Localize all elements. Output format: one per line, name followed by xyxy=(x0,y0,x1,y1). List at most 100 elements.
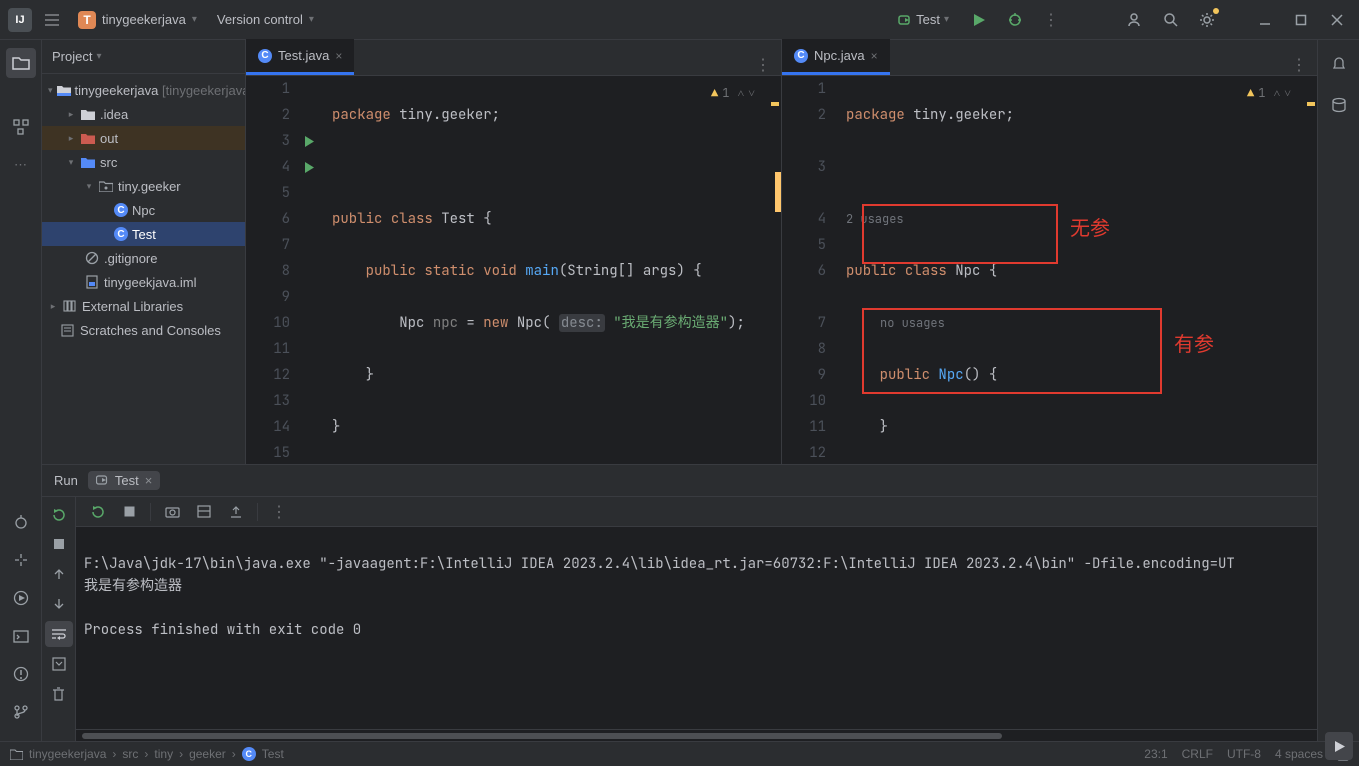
version-control-dropdown[interactable]: Version control ▾ xyxy=(211,10,320,29)
debug-button[interactable] xyxy=(1001,6,1029,34)
export-button[interactable] xyxy=(223,499,249,525)
tab-label: Test.java xyxy=(278,48,329,63)
play-icon xyxy=(304,136,315,147)
notifications-button[interactable] xyxy=(1324,48,1354,78)
project-panel-header[interactable]: Project ▾ xyxy=(42,40,245,74)
chevron-down-icon[interactable]: ˅ xyxy=(1284,80,1291,106)
tree-item-out[interactable]: ▸ out xyxy=(42,126,245,150)
clear-all-button[interactable] xyxy=(45,681,73,707)
project-selector[interactable]: T tinygeekerjava ▾ xyxy=(72,9,203,31)
tab-test-java[interactable]: C Test.java × xyxy=(246,39,354,75)
console-output[interactable]: F:\Java\jdk-17\bin\java.exe "-javaagent:… xyxy=(76,527,1317,729)
stop-button[interactable] xyxy=(45,531,73,557)
tree-item-iml[interactable]: tinygeekjava.iml xyxy=(42,270,245,294)
screenshot-button[interactable] xyxy=(159,499,185,525)
editor-inspection-widget[interactable]: ▲ 1 ˄ ˅ xyxy=(1247,80,1291,106)
down-stack-button[interactable] xyxy=(45,591,73,617)
tree-item-idea[interactable]: ▸ .idea xyxy=(42,102,245,126)
run-tool-button[interactable] xyxy=(6,583,36,613)
code-area[interactable]: package tiny.geeker; public class Test {… xyxy=(320,76,781,464)
breadcrumb-root[interactable]: tinygeekerjava xyxy=(29,747,106,761)
run-config-selector[interactable]: Test ▾ xyxy=(890,9,957,30)
scrollbar-thumb[interactable] xyxy=(82,733,1002,739)
line-separator[interactable]: CRLF xyxy=(1182,747,1213,761)
tree-item-npc[interactable]: C Npc xyxy=(42,198,245,222)
editor-body-right[interactable]: 123456789101112 package tiny.geeker; 2 u… xyxy=(782,76,1317,464)
bug-tool-button[interactable] xyxy=(6,507,36,537)
soft-wrap-button[interactable] xyxy=(45,621,73,647)
search-button[interactable] xyxy=(1157,6,1185,34)
scroll-to-end-button[interactable] xyxy=(45,651,73,677)
settings-notification-dot xyxy=(1213,8,1219,14)
layout-button[interactable] xyxy=(191,499,217,525)
chevron-up-icon[interactable]: ˄ xyxy=(737,80,744,106)
code-area[interactable]: package tiny.geeker; 2 usages public cla… xyxy=(834,76,1317,464)
run-line-marker[interactable] xyxy=(298,128,320,154)
right-tool-rail xyxy=(1317,40,1359,741)
editor-scrollbar[interactable] xyxy=(769,76,781,464)
editor-inspection-widget[interactable]: ▲ 1 ˄ ˅ xyxy=(711,80,755,106)
more-actions-button[interactable] xyxy=(1037,6,1065,34)
problems-tool-button[interactable] xyxy=(6,659,36,689)
camera-icon xyxy=(165,505,180,518)
usages-hint[interactable]: 2 usages xyxy=(846,206,1317,232)
close-tab-icon[interactable]: × xyxy=(145,473,153,488)
caret-position[interactable]: 23:1 xyxy=(1144,747,1167,761)
close-tab-icon[interactable]: × xyxy=(871,49,878,63)
database-button[interactable] xyxy=(1324,90,1354,120)
tree-item-test[interactable]: C Test xyxy=(42,222,245,246)
editor-scrollbar[interactable] xyxy=(1305,76,1317,464)
tab-bar-more-button[interactable] xyxy=(745,55,781,75)
tree-root[interactable]: ▾ tinygeekerjava [tinygeekerjava] xyxy=(42,78,245,102)
run-more-actions[interactable] xyxy=(266,499,292,525)
structure-tool-button[interactable] xyxy=(6,112,36,142)
run-button[interactable] xyxy=(965,6,993,34)
hierarchy-tool-button[interactable] xyxy=(6,545,36,575)
tree-item-label: External Libraries xyxy=(82,299,183,314)
chevron-down-icon: ▾ xyxy=(944,14,949,25)
console-horizontal-scrollbar[interactable] xyxy=(76,729,1317,741)
indent-settings[interactable]: 4 spaces xyxy=(1275,747,1323,761)
chevron-up-icon[interactable]: ˄ xyxy=(1273,80,1280,106)
usages-hint[interactable]: no usages xyxy=(846,310,1317,336)
minimize-window-button[interactable] xyxy=(1251,6,1279,34)
breadcrumb-geeker[interactable]: geeker xyxy=(189,747,226,761)
project-tool-button[interactable] xyxy=(6,48,36,78)
tree-item-package[interactable]: ▾ tiny.geeker xyxy=(42,174,245,198)
file-encoding[interactable]: UTF-8 xyxy=(1227,747,1261,761)
run-session-toolbar xyxy=(42,497,76,741)
tree-item-gitignore[interactable]: .gitignore xyxy=(42,246,245,270)
code-with-me-button[interactable] xyxy=(1121,6,1149,34)
tree-item-external-libs[interactable]: ▸ External Libraries xyxy=(42,294,245,318)
breadcrumb-test[interactable]: Test xyxy=(262,747,284,761)
main-menu-icon[interactable] xyxy=(40,8,64,32)
run-floating-play-button[interactable] xyxy=(1325,732,1353,760)
chevron-right-icon: ▸ xyxy=(66,109,76,120)
tree-item-scratches[interactable]: Scratches and Consoles xyxy=(42,318,245,342)
breadcrumb-tiny[interactable]: tiny xyxy=(154,747,173,761)
run-line-marker[interactable] xyxy=(298,154,320,180)
chevron-down-icon[interactable]: ˅ xyxy=(748,80,755,106)
more-tool-button[interactable]: ⋯ xyxy=(6,150,36,180)
change-marker xyxy=(775,172,781,212)
stop-button-2[interactable] xyxy=(116,499,142,525)
rerun-button[interactable] xyxy=(45,501,73,527)
maximize-window-button[interactable] xyxy=(1287,6,1315,34)
structure-icon xyxy=(13,119,29,135)
vcs-tool-button[interactable] xyxy=(6,697,36,727)
terminal-tool-button[interactable] xyxy=(6,621,36,651)
rerun-button-2[interactable] xyxy=(84,499,110,525)
tab-bar-more-button[interactable] xyxy=(1281,55,1317,75)
settings-button[interactable] xyxy=(1193,6,1221,34)
close-tab-icon[interactable]: × xyxy=(335,49,342,63)
tree-item-src[interactable]: ▾ src xyxy=(42,150,245,174)
breadcrumb-src[interactable]: src xyxy=(122,747,138,761)
editor-body-left[interactable]: 123456789101112131415 package tiny.geeke… xyxy=(246,76,781,464)
chevron-right-icon: ▸ xyxy=(48,301,58,312)
class-icon: C xyxy=(242,747,256,761)
close-window-button[interactable] xyxy=(1323,6,1351,34)
up-stack-button[interactable] xyxy=(45,561,73,587)
tab-npc-java[interactable]: C Npc.java × xyxy=(782,39,890,75)
editor-pane-left: C Test.java × 123456789101112131415 xyxy=(246,40,782,464)
run-config-tab[interactable]: Test × xyxy=(88,471,160,490)
